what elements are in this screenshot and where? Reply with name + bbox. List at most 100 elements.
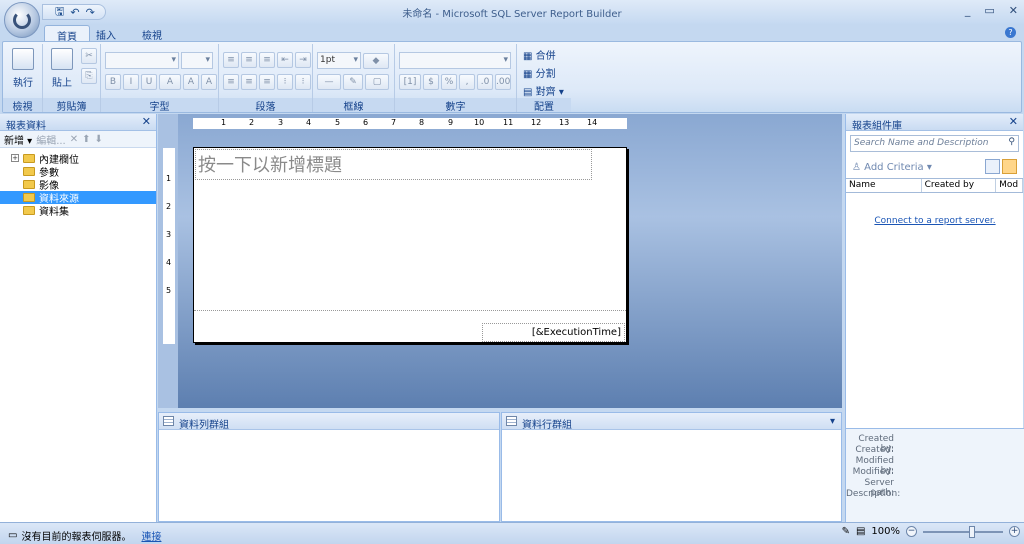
folder-icon: [23, 167, 35, 176]
align-right-icon[interactable]: ≡: [259, 74, 275, 90]
decrease-decimal-icon[interactable]: .00: [495, 74, 511, 90]
placeholder-styles-icon[interactable]: [1]: [399, 74, 421, 90]
report-data-panel: 報表資料 ✕ 新增 ▾ 編輯... ✕ ⬆ ⬇ + 內建欄位 參數 影像 資料來…: [0, 114, 157, 522]
ruler-tick: 2: [166, 202, 172, 211]
bold-icon[interactable]: B: [105, 74, 121, 90]
maximize-button[interactable]: ▭: [984, 4, 994, 17]
preview-icon[interactable]: ▤: [856, 526, 865, 537]
column-groups-pane[interactable]: 資料行群組 ▾: [501, 412, 842, 522]
align-menu-button[interactable]: ▤ 對齊 ▾: [523, 83, 564, 98]
search-input[interactable]: Search Name and Description ⚲: [850, 135, 1019, 152]
tab-insert[interactable]: 插入: [84, 25, 128, 42]
zoom-slider-thumb[interactable]: [969, 525, 975, 538]
move-up-icon[interactable]: ⬆: [82, 134, 90, 145]
group-number-label: 數字: [395, 98, 516, 113]
edit-button[interactable]: 編輯...: [36, 132, 66, 147]
align-middle-icon[interactable]: ≡: [241, 52, 257, 68]
align-center-icon[interactable]: ≡: [241, 74, 257, 90]
minimize-button[interactable]: _: [965, 4, 971, 17]
font-name-combo[interactable]: [105, 52, 179, 69]
application-menu-button[interactable]: [4, 2, 40, 38]
vertical-ruler: 1 2 3 4 5: [163, 148, 175, 344]
increase-decimal-icon[interactable]: .0: [477, 74, 493, 90]
border-color-icon[interactable]: ✎: [343, 74, 363, 90]
tree-item-datasets[interactable]: 資料集: [0, 204, 156, 218]
ruler-tick: 14: [587, 118, 598, 127]
delete-icon[interactable]: ✕: [70, 134, 78, 145]
chevron-down-icon[interactable]: ▾: [830, 416, 835, 427]
number-format-combo[interactable]: [399, 52, 511, 69]
zoom-in-button[interactable]: +: [1009, 526, 1020, 537]
report-part-gallery-header: 報表組件庫 ✕: [846, 114, 1023, 132]
detail-view-icon[interactable]: [1002, 159, 1017, 174]
title-bar: 🖫 ↶ ↷ 未命名 - Microsoft SQL Server Report …: [0, 0, 1024, 38]
row-groups-pane[interactable]: 資料列群組: [158, 412, 500, 522]
font-size-combo[interactable]: [181, 52, 213, 69]
group-border: 1pt ◆ — ✎ ▢ 框線: [313, 44, 395, 113]
tree-item-built-in-fields[interactable]: + 內建欄位: [0, 152, 156, 166]
currency-icon[interactable]: $: [423, 74, 439, 90]
report-data-tree: + 內建欄位 參數 影像 資料來源 資料集: [0, 148, 156, 218]
prop-server-path: Server path:: [864, 478, 894, 498]
add-criteria-button[interactable]: ♙ Add Criteria ▾: [846, 156, 1023, 178]
border-width-combo[interactable]: 1pt: [317, 52, 361, 69]
group-number: [1] $ % , .0 .00 數字: [395, 44, 517, 113]
split-cells-button[interactable]: ▦ 分割: [523, 65, 556, 80]
new-button[interactable]: 新增 ▾: [4, 132, 32, 147]
align-left-icon[interactable]: ≡: [223, 74, 239, 90]
connect-link[interactable]: 連接: [141, 528, 161, 543]
comma-icon[interactable]: ,: [459, 74, 475, 90]
increase-indent-icon[interactable]: ⇥: [295, 52, 311, 68]
paste-button[interactable]: 貼上: [45, 46, 79, 96]
tree-item-parameters[interactable]: 參數: [0, 165, 156, 179]
numbering-icon[interactable]: ⁝: [295, 74, 311, 90]
percent-icon[interactable]: %: [441, 74, 457, 90]
zoom-slider[interactable]: [923, 525, 1003, 538]
run-button[interactable]: 執行: [6, 46, 40, 96]
tree-item-data-sources[interactable]: 資料來源: [0, 191, 156, 205]
bullets-icon[interactable]: ⁝: [277, 74, 293, 90]
shrink-font-icon[interactable]: A: [201, 74, 217, 90]
align-bottom-icon[interactable]: ≡: [259, 52, 275, 68]
cut-icon[interactable]: ✂: [81, 48, 97, 64]
report-page[interactable]: 按一下以新增標題 [&ExecutionTime]: [193, 147, 627, 343]
column-name[interactable]: Name: [846, 179, 922, 192]
close-button[interactable]: ✕: [1009, 4, 1018, 17]
grow-font-icon[interactable]: A: [183, 74, 199, 90]
move-down-icon[interactable]: ⬇: [95, 134, 103, 145]
merge-cells-button[interactable]: ▦ 合併: [523, 47, 556, 62]
copy-icon[interactable]: ⎘: [81, 68, 97, 84]
ruler-tick: 1: [221, 118, 227, 127]
group-border-label: 框線: [313, 98, 394, 113]
decrease-indent-icon[interactable]: ⇤: [277, 52, 293, 68]
report-data-title: 報表資料: [6, 121, 46, 132]
expand-icon[interactable]: +: [11, 154, 19, 162]
group-layout-label: 配置: [517, 98, 571, 113]
tree-item-label: 資料集: [39, 207, 69, 218]
execution-time-textbox[interactable]: [&ExecutionTime]: [482, 323, 625, 342]
italic-icon[interactable]: I: [123, 74, 139, 90]
ruler-tick: 2: [249, 118, 255, 127]
user-icon: ♙: [852, 161, 865, 173]
report-title-textbox[interactable]: 按一下以新增標題: [195, 149, 592, 180]
tab-view[interactable]: 檢視: [130, 25, 174, 42]
zoom-out-button[interactable]: −: [906, 526, 917, 537]
design-view-icon[interactable]: ✎: [842, 526, 850, 537]
underline-icon[interactable]: U: [141, 74, 157, 90]
group-paragraph-label: 段落: [219, 98, 312, 113]
close-panel-icon[interactable]: ✕: [142, 115, 151, 128]
font-color-icon[interactable]: A: [159, 74, 181, 90]
borders-icon[interactable]: ▢: [365, 74, 389, 90]
close-panel-icon[interactable]: ✕: [1009, 115, 1018, 128]
column-modified[interactable]: Mod: [996, 179, 1023, 192]
connect-server-link[interactable]: Connect to a report server.: [846, 216, 1024, 226]
help-icon[interactable]: ?: [1005, 27, 1016, 38]
border-style-icon[interactable]: —: [317, 74, 341, 90]
search-icon[interactable]: ⚲: [1008, 137, 1015, 147]
column-created-by[interactable]: Created by: [922, 179, 997, 192]
ruler-tick: 3: [166, 230, 172, 239]
fill-color-icon[interactable]: ◆: [363, 52, 389, 69]
align-top-icon[interactable]: ≡: [223, 52, 239, 68]
align-label: 對齊: [535, 87, 556, 98]
list-view-icon[interactable]: [985, 159, 1000, 174]
